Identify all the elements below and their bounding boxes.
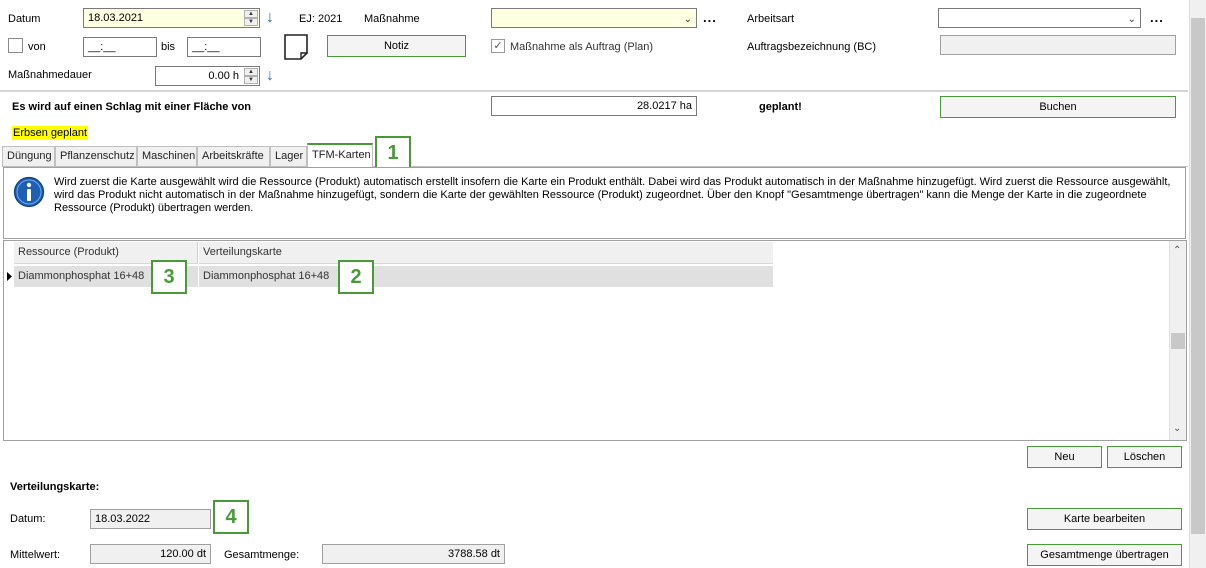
divider <box>0 90 1188 92</box>
gesamtmenge-label: Gesamtmenge: <box>224 549 300 561</box>
grid-cell-verteilungskarte[interactable]: Diammonphosphat 16+48 <box>199 266 773 287</box>
von-label: von <box>28 41 46 53</box>
von-time-field[interactable]: __:__ <box>83 37 157 57</box>
tab-tfm-karten[interactable]: TFM-Karten <box>307 143 373 167</box>
flaeche-field[interactable]: 28.0217 ha <box>491 96 697 116</box>
datum-value: 18.03.2021 <box>88 12 144 24</box>
arbeitsart-select[interactable]: ⌄ <box>938 8 1141 28</box>
chevron-down-icon: ⌄ <box>1127 14 1136 25</box>
auftragsbezeichnung-label: Auftragsbezeichnung (BC) <box>747 41 877 53</box>
neu-button[interactable]: Neu <box>1027 446 1102 468</box>
row-selector-arrow-icon <box>4 266 14 287</box>
datum-apply-arrow-icon[interactable]: ↓ <box>266 10 274 26</box>
marker-4: 4 <box>213 500 249 534</box>
bis-time-field[interactable]: __:__ <box>187 37 261 57</box>
chevron-down-icon: ⌄ <box>683 14 692 25</box>
ej-label: EJ: 2021 <box>299 13 343 25</box>
marker-2: 2 <box>338 260 374 294</box>
info-icon <box>13 176 45 208</box>
tab-duengung[interactable]: Düngung <box>2 146 55 166</box>
massnahme-more-button[interactable]: ... <box>703 10 717 25</box>
note-icon[interactable] <box>283 33 309 61</box>
massnahme-label: Maßnahme <box>364 13 420 25</box>
karte-bearbeiten-button[interactable]: Karte bearbeiten <box>1027 508 1182 530</box>
tab-lager[interactable]: Lager <box>270 146 307 166</box>
vk-datum-field[interactable]: 18.03.2022 <box>90 509 211 529</box>
mittelwert-field[interactable]: 120.00 dt <box>90 544 211 564</box>
bis-label: bis <box>161 41 176 53</box>
verteilungskarte-heading: Verteilungskarte: <box>10 481 100 493</box>
window-scrollbar-thumb[interactable] <box>1191 18 1205 534</box>
erbsen-geplant-highlight: Erbsen geplant <box>12 126 88 140</box>
massnahme-select[interactable]: ⌄ <box>491 8 697 28</box>
vk-datum-label: Datum: <box>10 513 46 525</box>
marker-3: 3 <box>151 260 187 294</box>
scroll-down-icon[interactable]: ⌄ <box>1173 423 1181 434</box>
auftrag-checkbox[interactable]: ✓ <box>491 39 505 53</box>
tab-pflanzenschutz[interactable]: Pflanzenschutz <box>55 146 137 166</box>
scrollbar-thumb[interactable] <box>1171 333 1185 349</box>
datum-spinner[interactable]: ▲ ▼ <box>244 10 258 26</box>
scroll-up-icon[interactable]: ⌃ <box>1173 245 1181 256</box>
grid-header-verteilungskarte[interactable]: Verteilungskarte <box>199 242 773 264</box>
grid-scrollbar[interactable]: ⌃ ⌄ <box>1169 241 1186 440</box>
dauer-apply-arrow-icon[interactable]: ↓ <box>266 68 274 84</box>
arbeitsart-more-button[interactable]: ... <box>1150 10 1164 25</box>
arbeitsart-label: Arbeitsart <box>747 13 795 25</box>
von-checkbox[interactable] <box>8 38 23 53</box>
info-text: Wird zuerst die Karte ausgewählt wird di… <box>54 176 1171 214</box>
mittelwert-label: Mittelwert: <box>10 549 61 561</box>
massnahmedauer-value: 0.00 h <box>208 70 239 82</box>
massnahmedauer-label: Maßnahmedauer <box>8 69 92 81</box>
gesamtmenge-field[interactable]: 3788.58 dt <box>322 544 505 564</box>
loeschen-button[interactable]: Löschen <box>1107 446 1182 468</box>
auftrag-checkbox-label: Maßnahme als Auftrag (Plan) <box>510 41 654 53</box>
tab-arbeitskraefte[interactable]: Arbeitskräfte <box>197 146 270 166</box>
datum-field[interactable]: 18.03.2021 ▲ ▼ <box>83 8 260 28</box>
plan-prefix-text: Es wird auf einen Schlag mit einer Fläch… <box>12 101 252 113</box>
datum-label: Datum <box>8 13 41 25</box>
dauer-spinner[interactable]: ▲ ▼ <box>244 68 258 84</box>
marker-1: 1 <box>375 136 411 170</box>
buchen-button[interactable]: Buchen <box>940 96 1176 118</box>
window-scrollbar[interactable] <box>1189 0 1206 568</box>
gesamtmenge-uebertragen-button[interactable]: Gesamtmenge übertragen <box>1027 544 1182 566</box>
plan-suffix-text: geplant! <box>759 101 802 113</box>
tab-maschinen[interactable]: Maschinen <box>137 146 197 166</box>
info-panel: Wird zuerst die Karte ausgewählt wird di… <box>3 167 1186 239</box>
auftragsbezeichnung-field[interactable] <box>940 35 1176 55</box>
massnahmedauer-field[interactable]: 0.00 h ▲ ▼ <box>155 66 260 86</box>
notiz-button[interactable]: Notiz <box>327 35 466 57</box>
